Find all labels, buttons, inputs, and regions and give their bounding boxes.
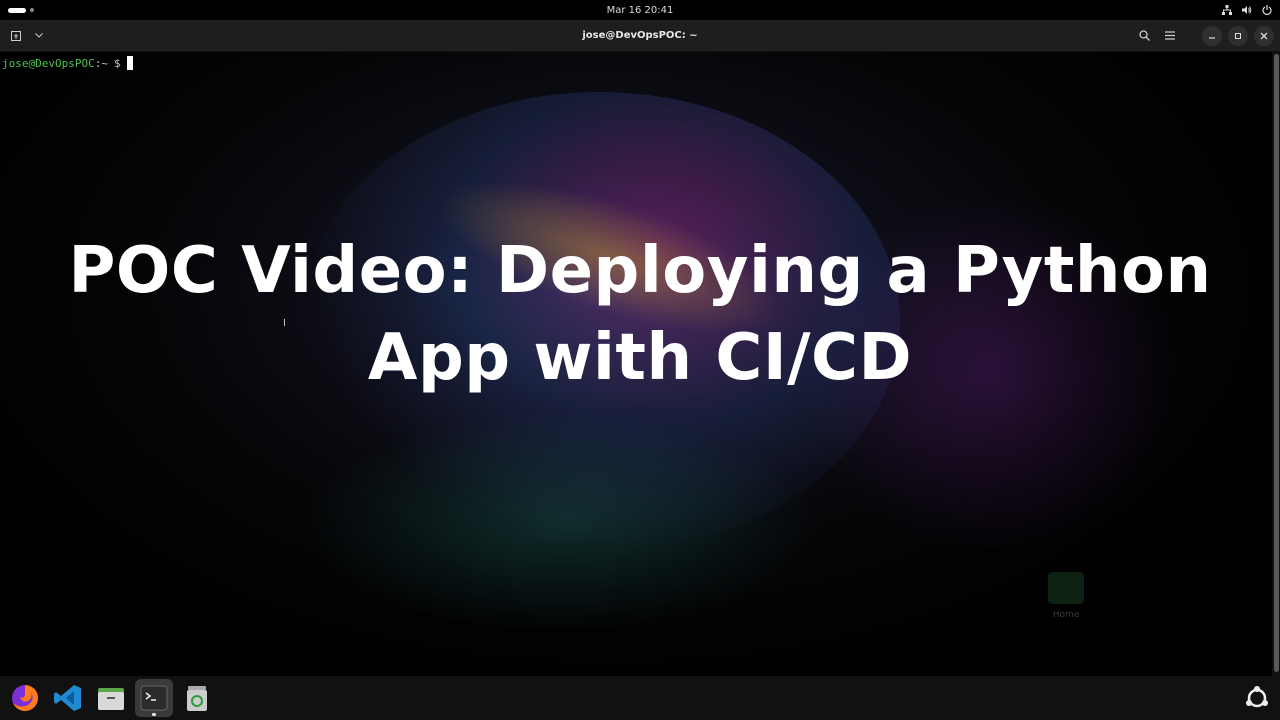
close-icon <box>1260 32 1268 39</box>
video-title-overlay: POC Video: Deploying a Python App with C… <box>0 228 1280 402</box>
desktop-home-label: Home <box>1052 610 1080 620</box>
new-tab-icon <box>11 30 21 41</box>
minimize-icon <box>1209 36 1215 39</box>
dock <box>0 676 1280 720</box>
top-bar: Mar 16 20:41 <box>0 0 1280 20</box>
main-menu-button[interactable] <box>1160 26 1180 46</box>
system-tray[interactable] <box>1222 5 1272 15</box>
workspace-active-pill <box>8 7 26 13</box>
show-apps-icon[interactable] <box>1244 685 1270 711</box>
workspace-dot <box>30 8 34 12</box>
restore-button[interactable] <box>1228 25 1248 46</box>
prompt-path: :~ <box>94 56 108 70</box>
network-icon[interactable] <box>1222 5 1232 15</box>
power-icon[interactable] <box>1262 5 1272 15</box>
files-icon <box>98 688 124 710</box>
wallpaper-reflection <box>300 412 820 632</box>
dock-vscode[interactable] <box>49 679 87 717</box>
search-button[interactable] <box>1134 26 1154 46</box>
window-title: jose@DevOpsPOC: ~ <box>582 30 698 41</box>
activities-indicator[interactable] <box>8 7 48 13</box>
text-cursor <box>126 56 133 70</box>
firefox-icon <box>12 685 38 711</box>
video-title-line2: App with CI/CD <box>367 321 913 395</box>
running-indicator <box>152 713 156 716</box>
home-folder-icon <box>1048 572 1084 604</box>
dock-terminal[interactable] <box>135 679 173 717</box>
tab-menu-button[interactable] <box>28 26 50 46</box>
shell-prompt: jose@DevOpsPOC :~ $ <box>2 56 133 70</box>
trash-icon <box>187 686 207 711</box>
desktop-home-shortcut[interactable]: Home <box>1046 572 1086 620</box>
volume-icon[interactable] <box>1242 5 1252 15</box>
new-tab-button[interactable] <box>6 26 26 46</box>
prompt-user: jose@DevOpsPOC <box>2 56 95 70</box>
tab-menu-icon <box>35 33 43 38</box>
terminal-icon <box>140 685 168 711</box>
ibeam-cursor-icon: I <box>283 318 286 329</box>
restore-icon <box>1235 32 1241 39</box>
vscode-icon <box>54 685 81 711</box>
window-headerbar[interactable]: jose@DevOpsPOC: ~ <box>0 20 1280 52</box>
dock-files[interactable] <box>92 679 130 717</box>
dock-trash[interactable] <box>178 679 216 717</box>
close-button[interactable] <box>1254 25 1274 46</box>
dock-firefox[interactable] <box>6 679 44 717</box>
prompt-symbol: $ <box>113 56 121 70</box>
clock[interactable]: Mar 16 20:41 <box>580 5 700 16</box>
minimize-button[interactable] <box>1202 25 1222 46</box>
search-icon <box>1138 30 1150 41</box>
video-title-line1: POC Video: Deploying a Python <box>68 234 1212 308</box>
hamburger-menu-icon <box>1165 31 1175 40</box>
